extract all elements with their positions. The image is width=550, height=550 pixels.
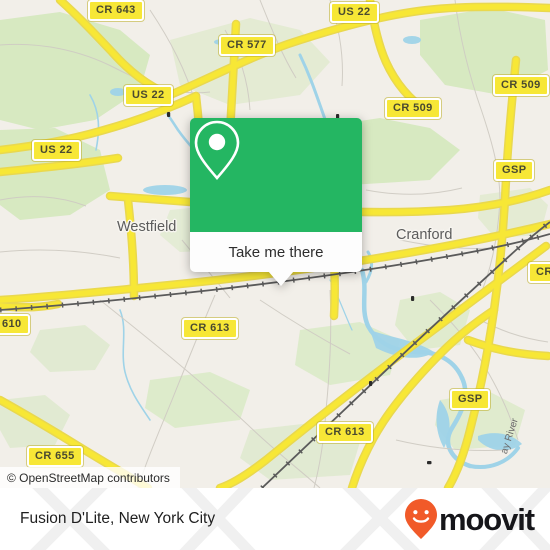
attribution-text: © OpenStreetMap contributors — [7, 470, 170, 485]
card-pin-area — [190, 118, 362, 232]
road-shield[interactable]: CR 509 — [385, 98, 441, 119]
place-label-cranford: Cranford — [396, 227, 453, 243]
moovit-logo[interactable]: moovit — [404, 498, 535, 540]
card-pointer-tail — [268, 271, 294, 286]
moovit-place-screenshot: CR 643 US 22 CR 577 US 22 CR 509 CR 509 … — [0, 0, 550, 550]
moovit-pin-smile-icon — [404, 499, 437, 539]
road-shield[interactable]: CR 655 — [27, 446, 83, 467]
page-title: Fusion D'Lite, New York City — [20, 510, 216, 527]
road-shield[interactable]: US 22 — [124, 85, 173, 106]
card-action-area[interactable]: Take me there — [190, 232, 362, 286]
road-shield[interactable]: GSP — [494, 160, 535, 181]
moovit-wordmark: moovit — [438, 501, 535, 537]
road-shield[interactable]: US 22 — [32, 140, 81, 161]
road-shield[interactable]: GSP — [450, 389, 491, 410]
place-callout-card[interactable]: Take me there — [190, 118, 362, 286]
map-pin-icon — [194, 120, 240, 180]
road-shield[interactable]: CR 613 — [182, 318, 238, 339]
map-attribution[interactable]: © OpenStreetMap contributors — [0, 467, 180, 488]
footer-bar: Fusion D'Lite, New York City moovit — [0, 488, 550, 550]
road-shield[interactable]: US 22 — [330, 2, 379, 23]
road-shield[interactable]: CR 643 — [88, 0, 144, 21]
road-shield[interactable]: CR 577 — [219, 35, 275, 56]
road-shield[interactable]: CR 509 — [493, 75, 549, 96]
place-label-westfield: Westfield — [117, 219, 177, 235]
map-canvas[interactable]: CR 643 US 22 CR 577 US 22 CR 509 CR 509 … — [0, 0, 550, 488]
road-shield[interactable]: CR 613 — [317, 422, 373, 443]
road-shield[interactable]: CR — [528, 262, 550, 283]
take-me-there-label: Take me there — [228, 243, 324, 261]
road-shield[interactable]: 610 — [0, 314, 30, 335]
